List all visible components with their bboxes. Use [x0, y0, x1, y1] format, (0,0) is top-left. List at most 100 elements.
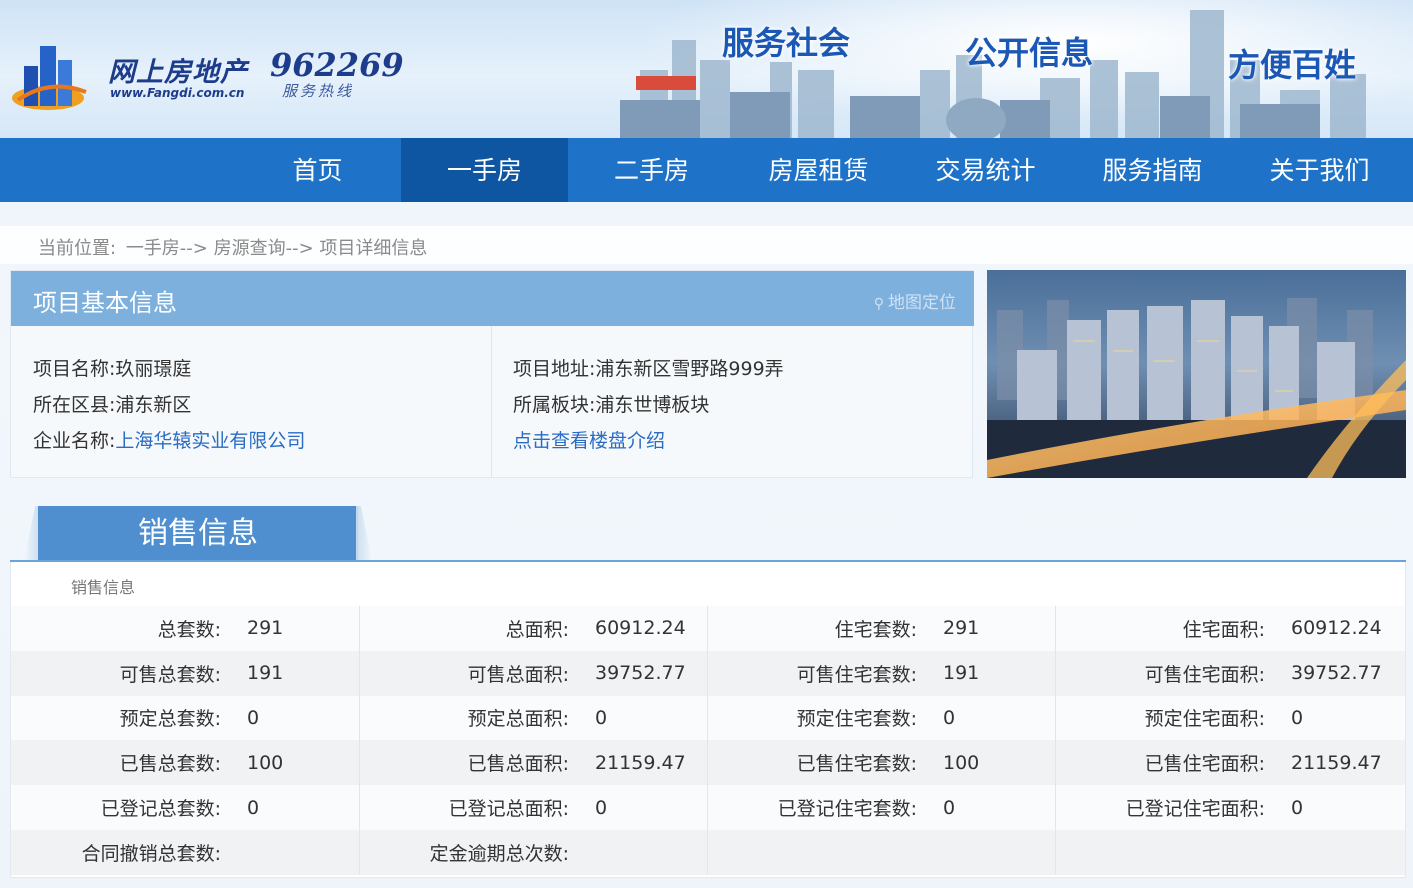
stat-label: 可售住宅面积: [1055, 650, 1289, 696]
address-value: 浦东新区雪野路999弄 [595, 358, 784, 380]
stat-label: 已登记总套数: [11, 785, 245, 830]
nav-rental[interactable]: 房屋租赁 [735, 138, 902, 202]
stat-value: 0 [593, 785, 708, 830]
nav-second-hand[interactable]: 二手房 [568, 138, 735, 202]
project-name-value: 玖丽璟庭 [115, 358, 192, 380]
stat-value: 0 [245, 695, 360, 741]
stat-label [707, 829, 941, 875]
block-label: 所属板块: [513, 394, 596, 416]
district-value: 浦东新区 [115, 394, 192, 416]
project-info-title: 项目基本信息 [33, 289, 177, 317]
district-label: 所在区县: [33, 394, 116, 416]
stat-label: 已售总面积: [359, 740, 593, 786]
nav-about-us[interactable]: 关于我们 [1236, 138, 1403, 202]
stat-value: 0 [1289, 785, 1405, 830]
project-name-row: 项目名称:玖丽璟庭 [33, 354, 191, 381]
stat-value: 39752.77 [593, 650, 708, 696]
project-photo [987, 270, 1406, 478]
stat-label: 定金逾期总次数: [359, 829, 593, 875]
district-row: 所在区县:浦东新区 [33, 390, 191, 417]
sales-stats-table: 总套数: 291 总面积: 60912.24 住宅套数: 291 住宅面积: 60912.24… [11, 606, 1405, 875]
map-pin-icon: ⚲ [873, 296, 884, 312]
hotline-number: 962269 [270, 46, 404, 84]
table-row: 已登记总套数: 0 已登记总面积: 0 已登记住宅套数: 0 已登记住宅面积: 0 [11, 785, 1405, 830]
stat-value: 291 [245, 606, 360, 651]
table-row: 总套数: 291 总面积: 60912.24 住宅套数: 291 住宅面积: 60912.24 [11, 606, 1405, 651]
stat-value: 0 [245, 785, 360, 830]
map-location-link[interactable]: ⚲ 地图定位 [874, 288, 956, 313]
stat-label: 已售住宅套数: [707, 740, 941, 786]
sales-info-panel: 销售信息 总套数: 291 总面积: 60912.24 住宅套数: 291 住宅面积: 609… [10, 562, 1406, 878]
stat-label: 预定总套数: [11, 695, 245, 741]
stat-label: 预定住宅套数: [707, 695, 941, 741]
nav-new-house[interactable]: 一手房 [401, 138, 568, 202]
stat-value: 0 [941, 695, 1056, 741]
stat-value: 0 [593, 695, 708, 741]
stat-label: 总套数: [11, 606, 245, 651]
stat-value: 100 [245, 740, 360, 786]
stat-label: 可售总套数: [11, 650, 245, 696]
nav-home[interactable]: 首页 [234, 138, 401, 202]
table-row: 合同撤销总套数: 定金逾期总次数: [11, 829, 1405, 875]
stat-label: 可售住宅套数: [707, 650, 941, 696]
stat-value: 191 [245, 650, 360, 696]
project-info-body: 项目名称:玖丽璟庭 所在区县:浦东新区 企业名称:上海华辕实业有限公司 项目地址… [11, 326, 974, 478]
stat-label: 住宅套数: [707, 606, 941, 651]
sales-tab-shadow-right [356, 506, 372, 560]
map-location-label: 地图定位 [888, 293, 956, 313]
stat-value: 39752.77 [1289, 650, 1405, 696]
breadcrumb-bar: 当前位置: 一手房--> 房源查询--> 项目详细信息 [0, 226, 1413, 264]
stat-value [245, 829, 360, 875]
slogan-serve-society: 服务社会 [722, 24, 851, 62]
stat-label [1055, 829, 1289, 875]
project-intro-link[interactable]: 点击查看楼盘介绍 [513, 430, 665, 452]
slogan-public-info: 公开信息 [965, 34, 1094, 72]
fangdi-logo-icon [12, 46, 87, 110]
table-row: 可售总套数: 191 可售总面积: 39752.77 可售住宅套数: 191 可售住宅面积:… [11, 650, 1405, 696]
stat-label: 总面积: [359, 606, 593, 651]
project-name-label: 项目名称: [33, 358, 116, 380]
project-info-header: 项目基本信息 ⚲ 地图定位 [11, 271, 974, 326]
intro-row: 点击查看楼盘介绍 [513, 426, 665, 453]
site-banner: 网上房地产 www.Fangdi.com.cn 962269 服务热线 服务社会… [0, 0, 1413, 138]
stat-label: 可售总面积: [359, 650, 593, 696]
stat-value: 21159.47 [593, 740, 708, 786]
stat-value: 0 [1289, 695, 1405, 741]
stat-value: 60912.24 [593, 606, 708, 651]
stat-label: 已售总套数: [11, 740, 245, 786]
stat-value [593, 829, 708, 875]
stat-label: 已登记总面积: [359, 785, 593, 830]
stat-value: 100 [941, 740, 1056, 786]
breadcrumb-path[interactable]: 一手房--> 房源查询--> 项目详细信息 [126, 238, 428, 259]
stat-label: 住宅面积: [1055, 606, 1289, 651]
logo-text: 网上房地产 [108, 57, 248, 88]
stat-value [941, 829, 1056, 875]
sales-tab-title[interactable]: 销售信息 [38, 506, 358, 560]
nav-service-guide[interactable]: 服务指南 [1069, 138, 1236, 202]
stat-value: 60912.24 [1289, 606, 1405, 651]
logo-url: www.Fangdi.com.cn [110, 86, 245, 100]
column-divider [491, 326, 492, 478]
stat-value [1289, 829, 1405, 875]
slogan-convenience: 方便百姓 [1228, 46, 1357, 84]
stat-value: 21159.47 [1289, 740, 1405, 786]
stat-value: 0 [941, 785, 1056, 830]
table-row: 已售总套数: 100 已售总面积: 21159.47 已售住宅套数: 100 已售住宅面积:… [11, 740, 1405, 786]
company-row: 企业名称:上海华辕实业有限公司 [33, 426, 305, 453]
stat-value: 291 [941, 606, 1056, 651]
address-row: 项目地址:浦东新区雪野路999弄 [513, 354, 784, 381]
main-nav: 首页 一手房 二手房 房屋租赁 交易统计 服务指南 关于我们 [0, 138, 1413, 202]
breadcrumb: 当前位置: 一手房--> 房源查询--> 项目详细信息 [38, 234, 431, 260]
stat-label: 已登记住宅面积: [1055, 785, 1289, 830]
nav-statistics[interactable]: 交易统计 [902, 138, 1069, 202]
company-link[interactable]: 上海华辕实业有限公司 [115, 430, 305, 452]
project-info-card: 项目基本信息 ⚲ 地图定位 项目名称:玖丽璟庭 所在区县:浦东新区 企业名称:上海… [10, 270, 974, 478]
block-value: 浦东世博板块 [595, 394, 710, 416]
address-label: 项目地址: [513, 358, 596, 380]
breadcrumb-prefix: 当前位置: [38, 238, 117, 259]
sales-subtitle: 销售信息 [71, 578, 136, 597]
stat-label: 已登记住宅套数: [707, 785, 941, 830]
hotline-label: 服务热线 [282, 82, 355, 100]
stat-value: 191 [941, 650, 1056, 696]
stat-label: 预定总面积: [359, 695, 593, 741]
